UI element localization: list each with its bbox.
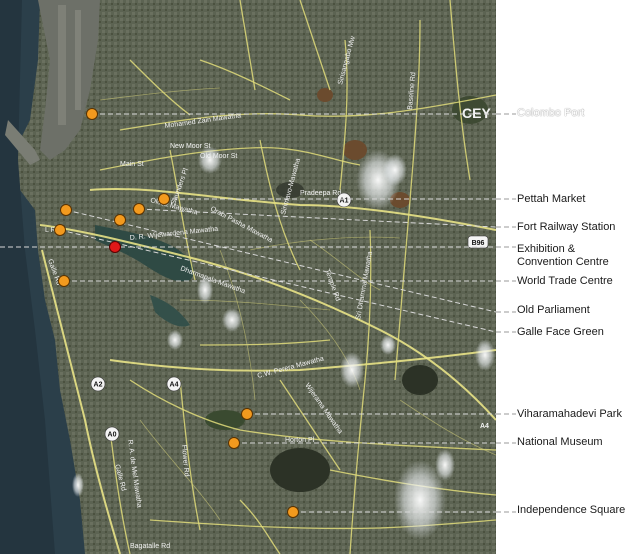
label-pettah-market[interactable]: Pettah Market <box>517 193 633 206</box>
leader-lines-margin <box>496 113 516 513</box>
label-exhibition-convention-centre[interactable]: Exhibition & Convention Centre <box>517 243 633 269</box>
satellite-map[interactable]: Main St Mohamed Zain Mawatha New Moor St… <box>0 0 496 554</box>
route-shield: A4 <box>480 423 489 430</box>
label-viharamahadevi-park[interactable]: Viharamahadevi Park <box>517 408 633 421</box>
label-national-museum[interactable]: National Museum <box>517 436 633 449</box>
label-fort-railway-station[interactable]: Fort Railway Station <box>517 221 633 234</box>
svg-text:A2: A2 <box>94 382 103 389</box>
label-world-trade-centre[interactable]: World Trade Centre <box>517 275 633 288</box>
route-shield: A0 <box>104 426 120 442</box>
road-label: Main St <box>120 161 144 168</box>
road-label: Bagatalle Rd <box>130 543 170 550</box>
route-shield: A2 <box>90 376 106 392</box>
label-colombo-port[interactable]: Colombo Port <box>517 107 633 120</box>
label-galle-face-green[interactable]: Galle Face Green <box>517 326 633 339</box>
road-label: L R D <box>45 227 63 234</box>
route-shield: A1 <box>336 192 352 208</box>
label-independence-square[interactable]: Independence Square <box>517 504 633 517</box>
label-old-parliament[interactable]: Old Parliament <box>517 304 633 317</box>
svg-text:A1: A1 <box>340 198 349 205</box>
road-label: Horton Pl <box>285 437 315 444</box>
svg-text:B96: B96 <box>472 240 485 247</box>
route-shield: B96 <box>467 235 489 249</box>
svg-text:A4: A4 <box>480 423 489 430</box>
map-canvas: Main St Mohamed Zain Mawatha New Moor St… <box>0 0 496 554</box>
svg-text:A0: A0 <box>108 432 117 439</box>
route-shield: A4 <box>166 376 182 392</box>
map-watermark: CEY <box>462 105 491 121</box>
road-label: Pradeepa Rd <box>300 190 341 197</box>
svg-text:A4: A4 <box>170 382 179 389</box>
